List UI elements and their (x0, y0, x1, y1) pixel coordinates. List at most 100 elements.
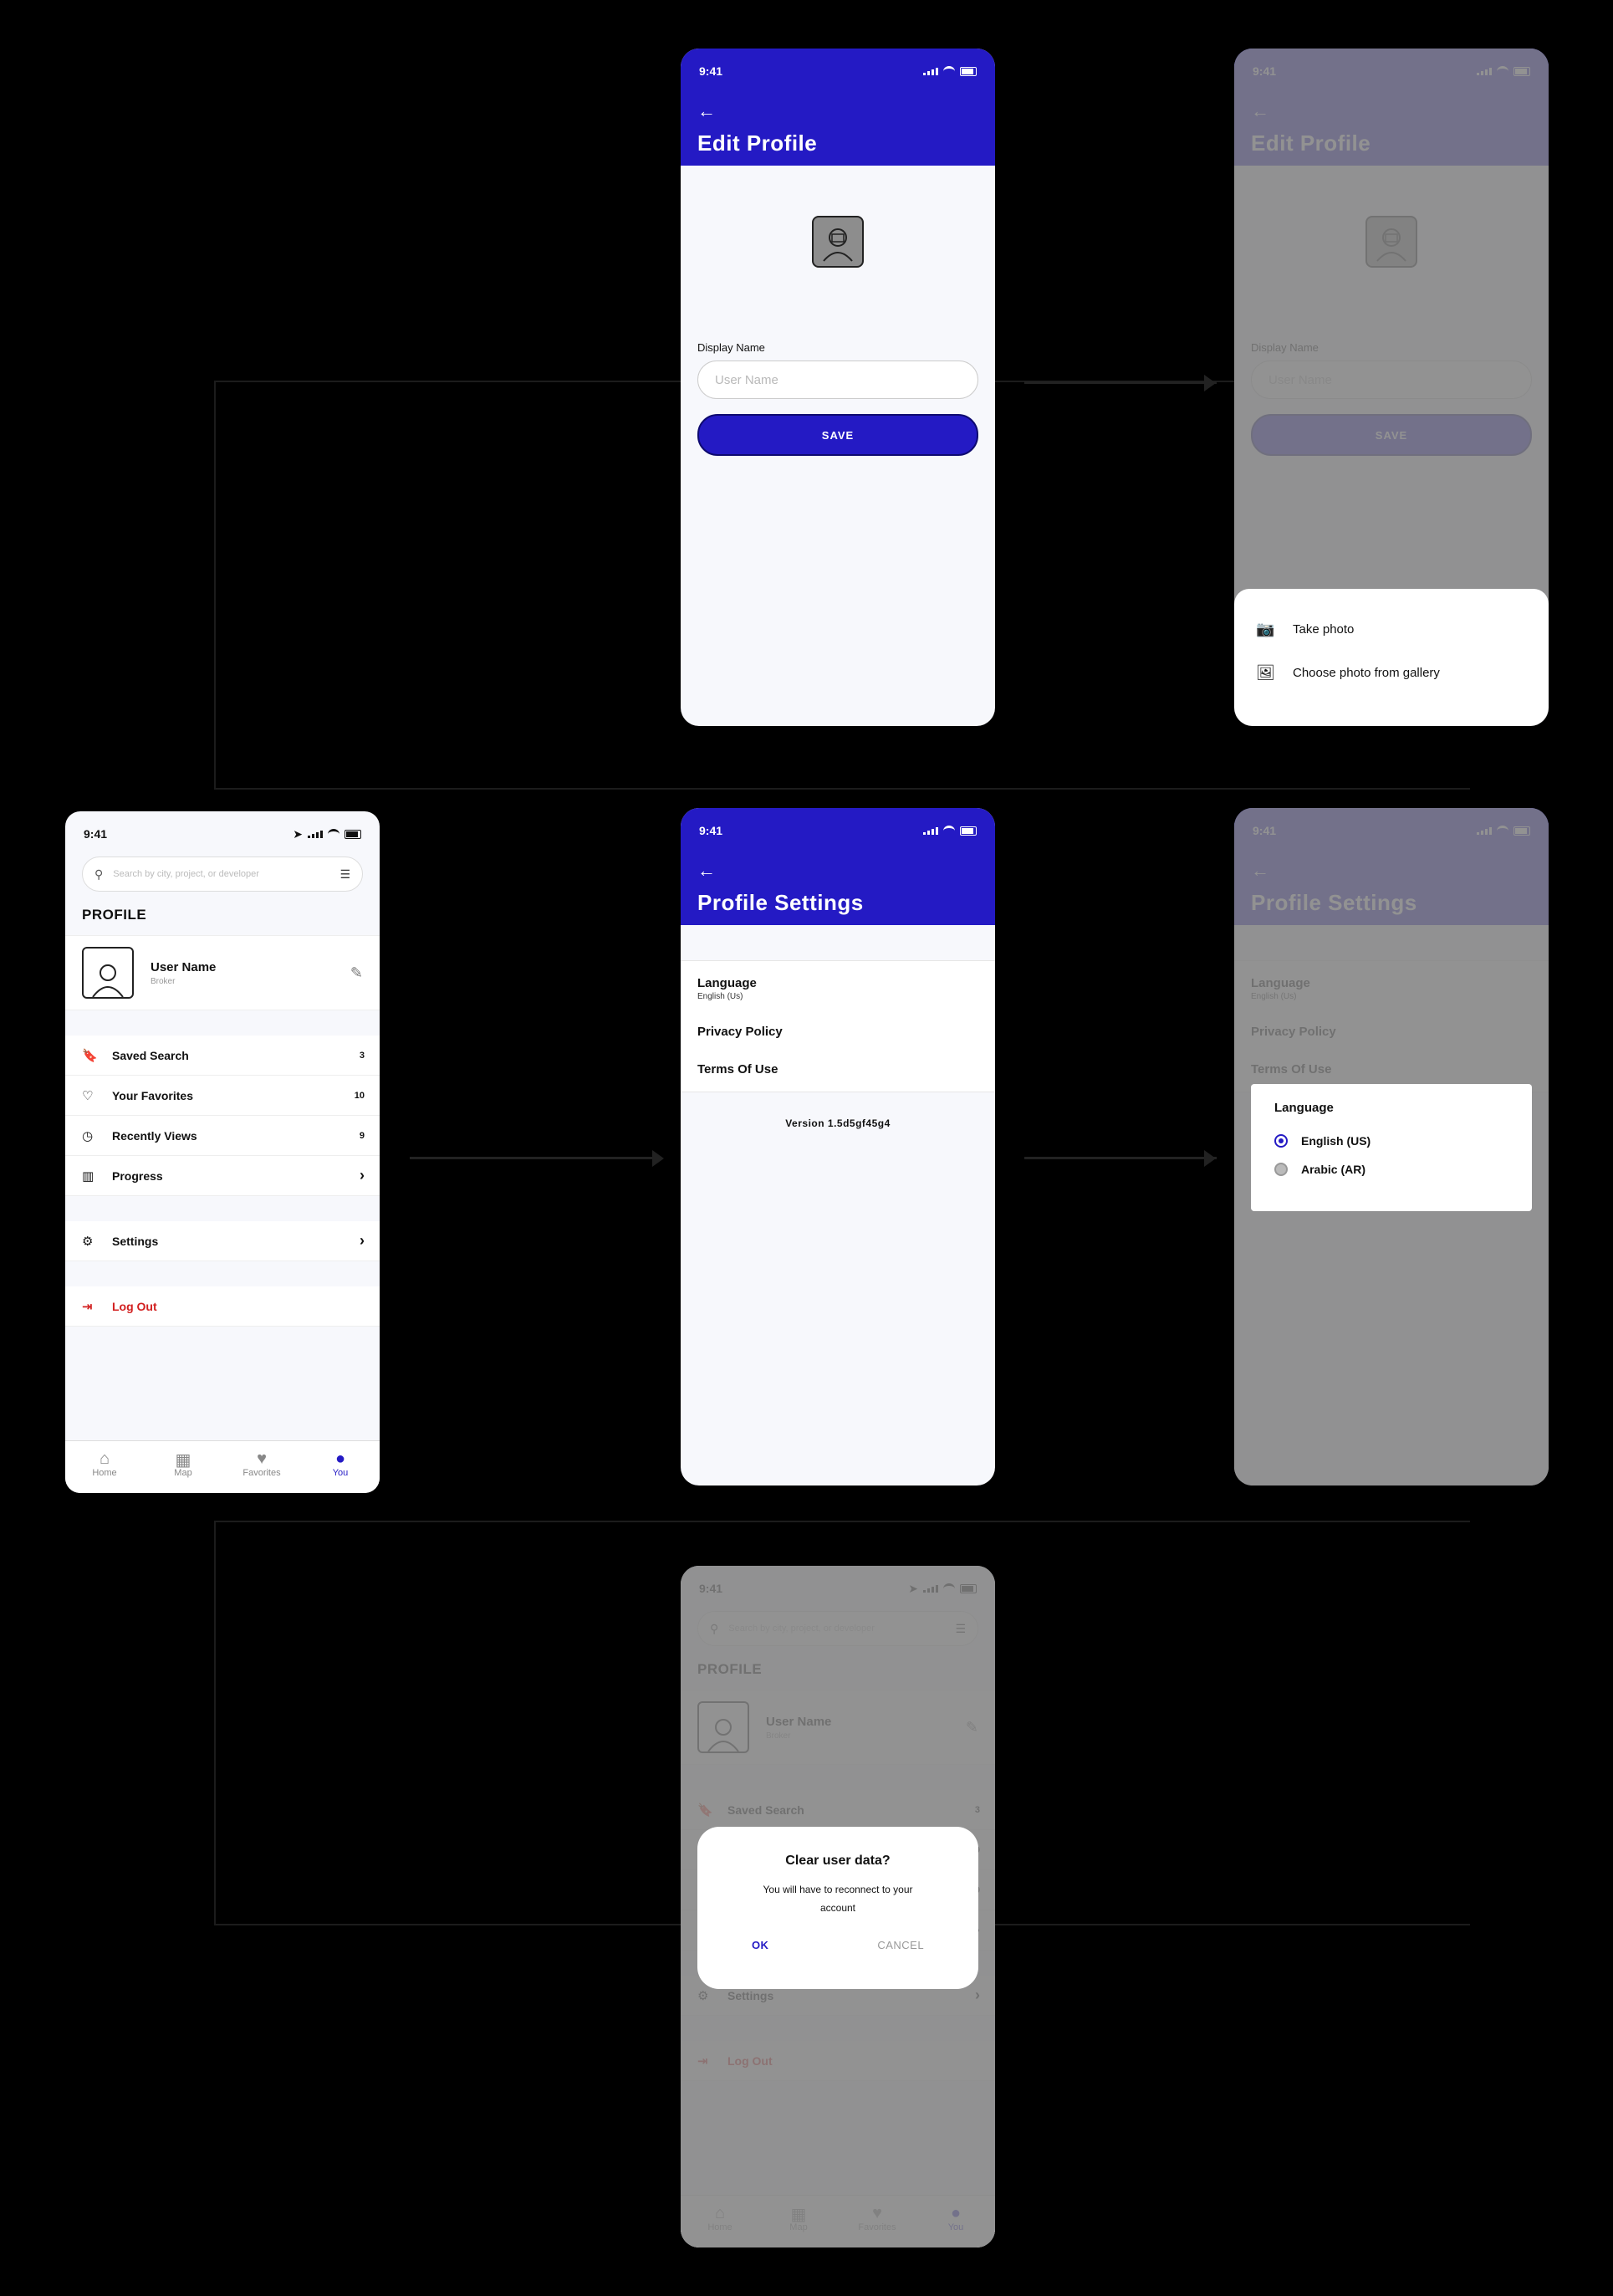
language-label: Language (697, 976, 757, 990)
flow-line-profile-to-settings (410, 1157, 661, 1159)
bottom-tab-bar: ⌂Home ▦Map ♥Favorites ●You (65, 1440, 380, 1493)
dialog-title: Clear user data? (785, 1854, 891, 1868)
menu-label: Your Favorites (112, 1088, 193, 1102)
menu-label: Recently Views (112, 1128, 197, 1143)
back-arrow-icon[interactable]: ← (697, 100, 995, 122)
tab-label: You (332, 1468, 349, 1478)
page-title: PROFILE (82, 907, 147, 923)
ok-button[interactable]: OK (752, 1939, 769, 1951)
logout-confirm-screen: 9:41 ➤ ⚲Search by city, project, or deve… (681, 1566, 995, 2247)
logout-icon: ⇥ (82, 1299, 93, 1314)
battery-icon (960, 66, 977, 76)
chart-icon: ▥ (82, 1168, 94, 1184)
status-time: 9:41 (699, 64, 723, 78)
photo-bottom-sheet: 📷 Take photo 🖼 Choose photo from gallery (1234, 589, 1549, 726)
avatar-upload[interactable] (812, 216, 864, 268)
menu-item-saved-search[interactable]: 🔖 Saved Search 3 (65, 1036, 380, 1076)
wifi-icon (328, 828, 339, 840)
save-button[interactable]: SAVE (697, 414, 978, 456)
tab-favorites[interactable]: ♥Favorites (222, 1441, 301, 1493)
logout-label: Log Out (112, 1299, 157, 1313)
menu-count: 10 (354, 1090, 365, 1101)
signal-icon (923, 67, 938, 75)
radio-selected-icon[interactable] (1274, 1134, 1288, 1148)
signal-icon (308, 830, 323, 838)
menu-count: 3 (359, 1050, 365, 1061)
terms-label: Terms Of Use (697, 1062, 778, 1076)
settings-item-terms[interactable]: Terms Of Use (681, 1056, 995, 1083)
flow-line-edit-to-sheet (1024, 381, 1217, 384)
battery-icon (345, 829, 361, 839)
settings-item-privacy[interactable]: Privacy Policy (681, 1018, 995, 1046)
settings-item-language[interactable]: Language English (Us) (681, 969, 995, 1008)
battery-icon (960, 826, 977, 836)
user-icon (92, 964, 124, 997)
profile-screen: 9:41 ➤ ⚲ Search by city, project, or deve… (65, 811, 380, 1493)
user-name: User Name (151, 959, 217, 974)
tab-label: Favorites (242, 1468, 281, 1478)
menu-item-progress[interactable]: ▥ Progress › (65, 1156, 380, 1196)
app-version: Version 1.5d5gf45g4 (785, 1117, 891, 1129)
status-bar: 9:41 (681, 49, 995, 84)
radio-unselected-icon[interactable] (1274, 1163, 1288, 1176)
menu-item-favorites[interactable]: ♡ Your Favorites 10 (65, 1076, 380, 1116)
tab-you[interactable]: ●You (301, 1441, 380, 1493)
dialog-message: You will have to reconnect to your accou… (763, 1884, 913, 1914)
user-camera-icon (823, 228, 853, 262)
camera-icon: 📷 (1256, 620, 1275, 637)
take-photo-option[interactable]: 📷 Take photo (1234, 607, 1549, 651)
status-bar: 9:41 ➤ (65, 811, 380, 846)
flow-line-settings-to-lang (1024, 1157, 1217, 1159)
wifi-icon (943, 825, 955, 836)
status-time: 9:41 (699, 824, 723, 837)
search-placeholder: Search by city, project, or developer (113, 869, 259, 879)
menu-item-recently-views[interactable]: ◷ Recently Views 9 (65, 1116, 380, 1156)
language-dialog-screen: 9:41 ← Profile Settings LanguageEnglish … (1234, 808, 1549, 1485)
edit-pencil-icon[interactable]: ✎ (350, 964, 363, 982)
language-option-english[interactable]: English (US) (1274, 1127, 1508, 1155)
option-label: Arabic (AR) (1301, 1163, 1366, 1176)
display-name-input[interactable]: User Name (697, 361, 978, 399)
menu-label: Settings (112, 1234, 159, 1248)
gear-icon: ⚙ (82, 1234, 94, 1249)
page-title: Edit Profile (697, 130, 818, 156)
tab-label: Home (92, 1468, 117, 1478)
privacy-label: Privacy Policy (697, 1025, 783, 1039)
settings-list: Language English (Us) Privacy Policy Term… (681, 960, 995, 1092)
language-value: English (Us) (697, 992, 743, 1001)
heart-icon: ♥ (257, 1450, 267, 1468)
language-dialog: Language English (US) Arabic (AR) (1251, 1084, 1532, 1211)
display-name-label: Display Name (697, 341, 765, 354)
map-icon: ▦ (175, 1451, 191, 1470)
location-icon: ➤ (293, 826, 303, 841)
filter-icon[interactable]: ☰ (339, 867, 350, 882)
clock-icon: ◷ (82, 1128, 94, 1143)
cancel-button[interactable]: CANCEL (877, 1939, 924, 1951)
edit-profile-header: 9:41 ← Edit Profile (681, 49, 995, 166)
profile-menu: 🔖 Saved Search 3 ♡ Your Favorites 10 ◷ Recent… (65, 1036, 380, 1327)
wifi-icon (943, 65, 955, 77)
logout-button[interactable]: ⇥ Log Out (65, 1286, 380, 1327)
person-icon: ● (334, 1450, 346, 1468)
flow-arrow-settings-to-lang (1204, 1150, 1216, 1167)
choose-gallery-label: Choose photo from gallery (1293, 665, 1440, 680)
option-label: English (US) (1301, 1134, 1371, 1148)
tab-map[interactable]: ▦Map (144, 1441, 222, 1493)
user-card: User Name Broker ✎ (65, 935, 380, 1010)
dialog-title: Language (1274, 1101, 1334, 1115)
heart-icon: ♡ (82, 1088, 94, 1103)
take-photo-label: Take photo (1293, 621, 1355, 637)
menu-label: Progress (112, 1168, 163, 1183)
search-input[interactable]: ⚲ Search by city, project, or developer ☰ (82, 857, 363, 892)
choose-gallery-option[interactable]: 🖼 Choose photo from gallery (1234, 651, 1549, 694)
profile-settings-screen: 9:41 ← Profile Settings Language English … (681, 808, 995, 1485)
signal-icon (923, 826, 938, 835)
image-icon: 🖼 (1256, 663, 1275, 681)
chevron-right-icon: › (360, 1167, 365, 1184)
bookmark-icon: 🔖 (82, 1048, 98, 1063)
back-arrow-icon[interactable]: ← (697, 860, 995, 882)
tab-home[interactable]: ⌂Home (65, 1441, 144, 1493)
language-option-arabic[interactable]: Arabic (AR) (1274, 1155, 1508, 1184)
edit-profile-photo-sheet-screen: 9:41 ← Edit Profile Display Name User Na… (1234, 49, 1549, 726)
menu-item-settings[interactable]: ⚙ Settings › (65, 1221, 380, 1261)
